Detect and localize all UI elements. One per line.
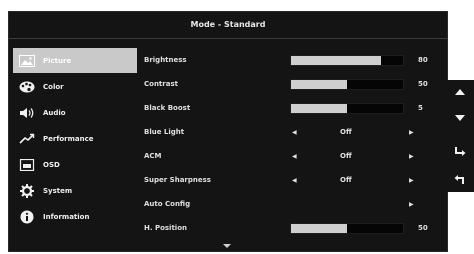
brightness-slider[interactable] xyxy=(290,54,404,66)
right-arrow-icon[interactable]: ▶ xyxy=(409,153,414,160)
sidebar-item-color[interactable]: Color xyxy=(13,74,137,99)
h-position-value: 50 xyxy=(418,224,428,232)
left-arrow-icon[interactable]: ◀ xyxy=(292,153,297,160)
blue-light-value: Off xyxy=(340,128,352,136)
info-icon xyxy=(17,210,37,224)
palette-icon xyxy=(17,80,37,94)
up-arrow-icon[interactable] xyxy=(446,80,474,104)
black-boost-slider-fill xyxy=(291,103,347,113)
blue-light-label: Blue Light xyxy=(144,128,185,136)
sidebar-item-performance[interactable]: Performance xyxy=(13,126,137,151)
auto-config-row[interactable]: Auto Config ▶ xyxy=(144,192,444,216)
h-position-row[interactable]: H. Position 50 xyxy=(144,216,444,240)
acm-row[interactable]: ACM ◀ Off ▶ xyxy=(144,144,444,168)
sidebar: Picture Color Audio Performance OSD Syst… xyxy=(13,48,137,230)
contrast-value: 50 xyxy=(418,80,428,88)
h-position-slider-fill xyxy=(291,223,347,233)
sidebar-item-information[interactable]: Information xyxy=(13,204,137,229)
black-boost-row[interactable]: Black Boost 5 xyxy=(144,96,444,120)
performance-icon xyxy=(17,132,37,146)
brightness-slider-fill xyxy=(291,55,381,65)
osd-menu: Mode - Standard Picture Color Audio Perf… xyxy=(8,11,448,252)
sidebar-item-audio[interactable]: Audio xyxy=(13,100,137,125)
acm-label: ACM xyxy=(144,152,162,160)
sidebar-item-label: Performance xyxy=(43,134,94,143)
auto-config-label: Auto Config xyxy=(144,200,191,208)
h-position-label: H. Position xyxy=(144,224,187,232)
picture-icon xyxy=(17,54,37,68)
menu-title: Mode - Standard xyxy=(190,19,266,29)
left-arrow-icon[interactable]: ◀ xyxy=(292,177,297,184)
sidebar-item-label: System xyxy=(43,186,73,195)
brightness-value: 80 xyxy=(418,56,428,64)
brightness-row[interactable]: Brightness 80 xyxy=(144,48,444,72)
sidebar-item-label: OSD xyxy=(43,160,60,169)
contrast-row[interactable]: Contrast 50 xyxy=(144,72,444,96)
right-arrow-icon[interactable]: ▶ xyxy=(409,177,414,184)
down-arrow-icon[interactable] xyxy=(446,106,474,130)
osd-keypad xyxy=(446,80,474,192)
acm-value: Off xyxy=(340,152,352,160)
sidebar-item-label: Picture xyxy=(43,56,72,65)
h-position-slider[interactable] xyxy=(290,222,404,234)
sidebar-item-osd[interactable]: OSD xyxy=(13,152,137,177)
back-icon[interactable] xyxy=(446,168,474,192)
super-sharpness-value: Off xyxy=(340,176,352,184)
super-sharpness-row[interactable]: Super Sharpness ◀ Off ▶ xyxy=(144,168,444,192)
sidebar-item-label: Color xyxy=(43,82,64,91)
sidebar-item-label: Information xyxy=(43,212,90,221)
right-arrow-icon[interactable]: ▶ xyxy=(409,201,414,208)
contrast-slider-fill xyxy=(291,79,347,89)
enter-icon[interactable] xyxy=(446,140,474,164)
super-sharpness-label: Super Sharpness xyxy=(144,176,211,184)
osd-icon xyxy=(17,158,37,172)
black-boost-slider[interactable] xyxy=(290,102,404,114)
title-divider xyxy=(9,38,447,39)
contrast-label: Contrast xyxy=(144,80,178,88)
contrast-slider[interactable] xyxy=(290,78,404,90)
blue-light-row[interactable]: Blue Light ◀ Off ▶ xyxy=(144,120,444,144)
settings-panel: Brightness 80 Contrast 50 Black Boost 5 … xyxy=(144,48,444,240)
sidebar-item-picture[interactable]: Picture xyxy=(13,48,137,73)
brightness-label: Brightness xyxy=(144,56,187,64)
black-boost-value: 5 xyxy=(418,104,423,112)
black-boost-label: Black Boost xyxy=(144,104,191,112)
scroll-down-icon[interactable] xyxy=(223,244,231,248)
gear-icon xyxy=(17,183,37,198)
left-arrow-icon[interactable]: ◀ xyxy=(292,129,297,136)
right-arrow-icon[interactable]: ▶ xyxy=(409,129,414,136)
speaker-icon xyxy=(17,106,37,120)
sidebar-item-system[interactable]: System xyxy=(13,178,137,203)
sidebar-item-label: Audio xyxy=(43,108,66,117)
